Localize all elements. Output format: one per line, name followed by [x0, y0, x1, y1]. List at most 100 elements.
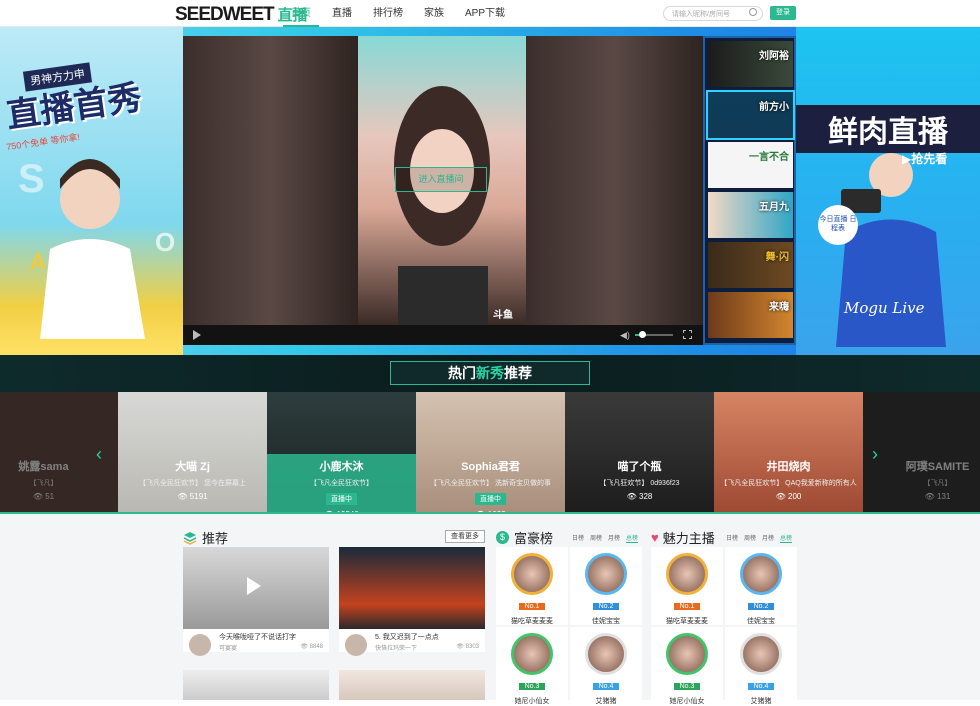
avatar — [511, 633, 553, 675]
nav-family[interactable]: 家族 — [416, 0, 452, 27]
video-frame: 进入直播间 — [358, 36, 526, 325]
tab-month[interactable]: 月榜 — [762, 533, 774, 543]
charm-title-text: 魅力主播 — [662, 531, 715, 546]
thumb-label: 舞·闪 — [765, 252, 789, 263]
card-desc: 【飞凡狂欢节】 0d936f23 — [599, 480, 680, 487]
video-card[interactable] — [339, 670, 485, 700]
avatar — [585, 633, 627, 675]
schedule-badge[interactable]: 今日直播 日程表 — [818, 205, 858, 245]
view-more-button[interactable]: 查看更多 — [445, 530, 485, 543]
video-thumbnail — [183, 547, 329, 629]
rank-name: 佳妮宝宝 — [747, 618, 775, 625]
rank-item[interactable]: No.3 她尼小仙女 — [651, 627, 723, 705]
volume-icon[interactable]: ◀) — [620, 330, 630, 341]
video-user: 快恪拉玛荣一下 — [375, 646, 418, 652]
streamer-card[interactable]: 井田烧肉 【飞凡全民狂欢节】 QAQ我爱新称的所有人 👁 200 — [714, 392, 863, 512]
video-blur-left — [183, 36, 358, 325]
stream-thumb[interactable]: 舞·闪 — [708, 242, 793, 288]
stream-thumb[interactable]: 一言不合 — [708, 142, 793, 188]
fullscreen-icon[interactable] — [683, 330, 692, 339]
search-icon[interactable] — [749, 8, 757, 16]
tab-total[interactable]: 总榜 — [626, 533, 639, 543]
stream-thumb[interactable]: 刘阿裕 — [708, 41, 793, 87]
enter-room-button[interactable]: 进入直播间 — [395, 167, 487, 192]
rank-item[interactable]: No.2 佳妮宝宝 — [570, 547, 642, 625]
layers-icon — [183, 531, 197, 545]
card-info: 阿璞SAMITE 【飞凡】 👁 131 — [863, 454, 980, 512]
nav-links: 首页 直播 排行榜 家族 APP下载 — [283, 0, 518, 27]
video-views: 8303 — [465, 644, 479, 650]
promo-letter-a: A — [30, 249, 46, 274]
rank-item[interactable]: No.4 艾猪猪 — [725, 627, 797, 705]
left-promo[interactable]: 男神方力申 直播首秀 750个免单 等你拿! S A O — [0, 27, 183, 355]
rank-item[interactable]: No.1 猫吃草麦麦麦 — [651, 547, 723, 625]
nav-live[interactable]: 直播 — [324, 0, 360, 27]
video-blur-right — [526, 36, 703, 325]
card-name: 喵了个瓶 — [617, 461, 662, 473]
stream-thumb-selected[interactable]: 前方小 — [706, 90, 795, 140]
rank-badge: No.2 — [592, 603, 620, 610]
video-card[interactable] — [183, 670, 329, 700]
card-desc: 【飞凡全民狂欢节】 洗新奇宝贝做的事 — [430, 480, 551, 487]
rank-item[interactable]: No.1 猫吃草麦麦麦 — [496, 547, 568, 625]
thumb-label: 五月九 — [759, 202, 789, 213]
volume-knob[interactable] — [639, 331, 646, 338]
right-promo[interactable]: 鲜肉直播 ▶抢先看 今日直播 日程表 Mogu Live — [796, 27, 980, 355]
search-input[interactable]: 请输入昵称/房间号 — [663, 6, 763, 21]
avatar — [585, 553, 627, 595]
tab-total[interactable]: 总榜 — [780, 533, 793, 543]
streamer-card[interactable]: 阿璞SAMITE 【飞凡】 👁 131 — [863, 392, 980, 512]
card-name: 小鹿木沐 — [319, 461, 364, 473]
tab-month[interactable]: 月榜 — [608, 533, 620, 543]
tab-week[interactable]: 周榜 — [744, 533, 756, 543]
top-nav: SEEDWEET 直播 首页 直播 排行榜 家族 APP下载 请输入昵称/房间号 … — [0, 0, 980, 27]
card-name: 阿璞SAMITE — [905, 461, 970, 473]
card-name: 井田烧肉 — [766, 461, 811, 473]
video-card[interactable]: 5. 我又迟到了一点点 快恪拉玛荣一下 👁 8303 — [339, 547, 485, 656]
card-desc: 【飞凡全民狂欢节】 — [310, 480, 373, 487]
rank-name: 佳妮宝宝 — [592, 618, 620, 625]
stream-thumb[interactable]: 五月九 — [708, 192, 793, 238]
video-user: 可宴宴 — [219, 646, 238, 652]
stream-thumb[interactable]: 来嗨 — [708, 292, 793, 338]
promo-person-image — [40, 159, 145, 339]
nav-app[interactable]: APP下载 — [457, 0, 513, 27]
carousel-next-icon[interactable]: › — [872, 444, 878, 465]
carousel-prev-icon[interactable]: ‹ — [96, 444, 102, 465]
tab-week[interactable]: 周榜 — [590, 533, 602, 543]
tab-day[interactable]: 日榜 — [572, 533, 584, 543]
rank-badge: No.1 — [518, 603, 546, 610]
play-icon[interactable] — [193, 330, 201, 340]
nav-home[interactable]: 首页 — [283, 0, 319, 27]
streamer-card-active[interactable]: 小鹿木沐【飞凡全民狂欢节】直播中👁 19540 — [267, 392, 416, 512]
streamer-card[interactable]: Sophia君君【飞凡全民狂欢节】 洗新奇宝贝做的事直播中👁 1032 — [416, 392, 565, 512]
streamer-card[interactable]: 喵了个瓶 【飞凡狂欢节】 0d936f23 👁 328 — [565, 392, 714, 512]
charm-tabs: 日榜 周榜 月榜 总榜 — [720, 533, 793, 543]
streamer-card[interactable]: 大喵 Zj 【飞凡全民狂欢节】 您今在屏幕上 👁 5191 — [118, 392, 267, 512]
login-button[interactable]: 登录 — [770, 6, 796, 20]
rank-name: 猫吃草麦麦麦 — [511, 618, 553, 625]
watch-first-link[interactable]: ▶抢先看 — [902, 150, 947, 167]
live-badge: 直播中 — [475, 493, 506, 505]
bottom-section: 推荐 查看更多 今天喉咙哑了不说话打字 可宴宴 👁 8848 5. 我又迟到了一点… — [0, 514, 980, 705]
video-meta: 可宴宴 👁 8848 — [219, 644, 323, 652]
rank-item[interactable]: No.2 佳妮宝宝 — [725, 547, 797, 625]
rank-badge: No.2 — [747, 603, 775, 610]
video-card[interactable]: 今天喉咙哑了不说话打字 可宴宴 👁 8848 — [183, 547, 329, 656]
card-views: 👁 51 — [32, 492, 55, 501]
hot-section-header: 热门新秀推荐 — [0, 355, 980, 392]
nav-rank[interactable]: 排行榜 — [365, 0, 411, 27]
play-icon[interactable] — [247, 577, 261, 595]
avatar — [740, 553, 782, 595]
card-view-count: 5191 — [189, 492, 208, 501]
player-controls: ◀) — [183, 325, 703, 345]
video-player[interactable]: 进入直播间 斗鱼 ◀) — [183, 36, 703, 345]
rank-item[interactable]: No.3 她尼小仙女 — [496, 627, 568, 705]
tab-day[interactable]: 日榜 — [726, 533, 738, 543]
card-desc: 【飞凡全民狂欢节】 QAQ我爱新称的所有人 — [720, 480, 857, 487]
hero-banner: 男神方力申 直播首秀 750个免单 等你拿! S A O 进入直播间 斗鱼 ◀)… — [0, 27, 980, 355]
promo-letter-o: O — [155, 227, 176, 257]
rank-name: 艾猪猪 — [750, 698, 772, 705]
rank-item[interactable]: No.4 艾猪猪 — [570, 627, 642, 705]
charm-title: ♥ 魅力主播 — [651, 528, 715, 547]
